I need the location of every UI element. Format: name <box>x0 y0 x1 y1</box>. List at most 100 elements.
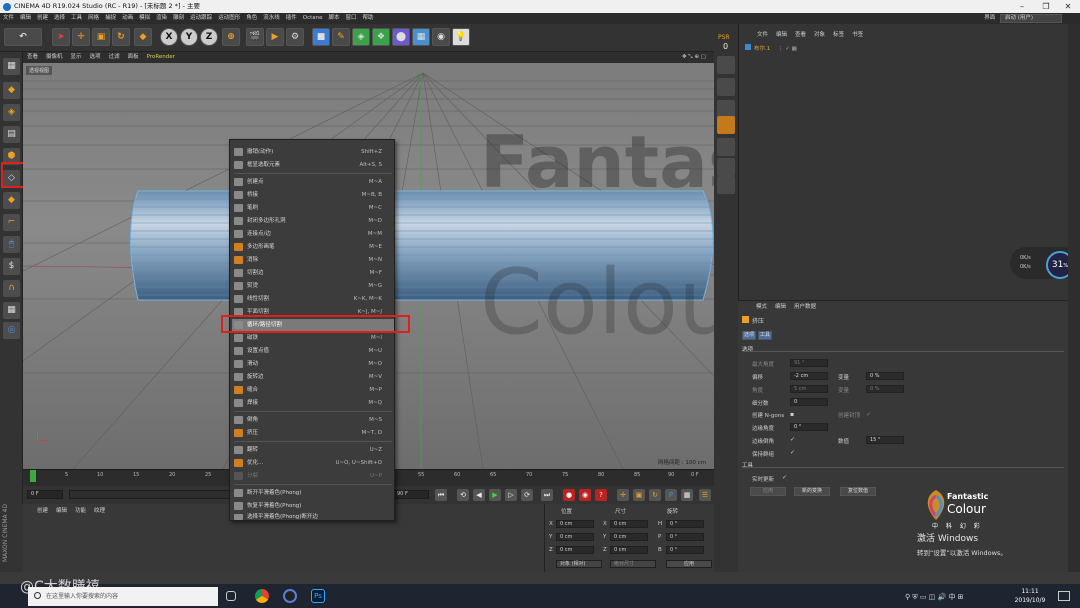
context-menu-item[interactable]: 优化... U~O, U~Shift+O <box>232 457 394 469</box>
live-select-icon[interactable]: ➤ <box>52 28 70 46</box>
context-menu-item[interactable]: 磁铁 M~I <box>232 332 394 344</box>
menu-item[interactable]: 窗口 <box>343 13 360 24</box>
tweak-mode-icon[interactable]: 🖱 <box>3 236 20 253</box>
offset-field[interactable]: -2 cm <box>790 372 828 380</box>
om-menu-item[interactable]: 标签 <box>829 30 848 41</box>
menu-item[interactable]: 渲染 <box>153 13 170 24</box>
notification-icon[interactable] <box>1058 591 1070 601</box>
object-row-boole[interactable]: 布尔.1 ⋮ ✓ ▦ <box>745 44 797 52</box>
taskbar-search-input[interactable]: 在这里输入你要搜索的内容 <box>28 587 218 606</box>
render-picture-viewer-icon[interactable]: ▶ <box>266 28 284 46</box>
snap-icon[interactable]: $ <box>3 258 20 275</box>
visibility-dots-icon[interactable]: ⋮ ✓ ▦ <box>778 46 797 52</box>
viewport-nav-icons[interactable]: ✥ ⤡ ⊕ ▢ <box>678 52 710 63</box>
object-cube-icon[interactable] <box>717 56 735 74</box>
menu-item[interactable]: 工具 <box>68 13 85 24</box>
menu-item[interactable]: 插件 <box>283 13 300 24</box>
value-field[interactable]: 15 ° <box>866 436 904 444</box>
pen-icon[interactable]: ✎ <box>332 28 350 46</box>
coordinate-mode-select[interactable]: 对象 (相对) <box>556 560 602 568</box>
context-menu-item[interactable]: 线性切割 K~K, M~K <box>232 293 394 305</box>
rot-h-field[interactable]: 0 ° <box>666 520 704 528</box>
start-frame-field[interactable]: 0 F <box>27 490 63 499</box>
make-editable-icon[interactable]: ▦ <box>3 58 20 75</box>
chrome-icon[interactable] <box>255 589 269 603</box>
rotate-icon[interactable]: ↻ <box>112 28 130 46</box>
menu-item[interactable]: 帮助 <box>360 13 377 24</box>
pos-x-field[interactable]: 0 cm <box>556 520 594 528</box>
workplane-icon[interactable]: ▤ <box>3 126 20 143</box>
menu-item[interactable]: 雕刻 <box>170 13 187 24</box>
render-view-icon[interactable]: 🎬 <box>246 28 264 46</box>
mat-menu-item[interactable]: 编辑 <box>52 506 71 514</box>
mat-menu-item[interactable]: 创建 <box>33 506 52 514</box>
material-icon[interactable] <box>717 138 735 156</box>
size-z-field[interactable]: 0 cm <box>610 546 648 554</box>
edge-bevel-checkbox[interactable]: ✓ <box>790 436 795 443</box>
realtime-checkbox[interactable]: ✓ <box>782 474 787 481</box>
layout-select[interactable]: 启动 (用户) <box>1000 14 1062 23</box>
menu-item[interactable]: 运动跟踪 <box>187 13 215 24</box>
light-icon[interactable]: 💡 <box>452 28 470 46</box>
key-rotation-icon[interactable]: ↻ <box>649 489 661 501</box>
key-position-icon[interactable]: ✛ <box>617 489 629 501</box>
prev-frame-icon[interactable]: ◀ <box>473 489 485 501</box>
viewport-menu-item[interactable]: 查看 <box>23 52 42 63</box>
context-menu-item[interactable]: 熨烫 M~G <box>232 280 394 292</box>
angle-field[interactable]: 5 cm <box>790 385 828 393</box>
coordinate-apply-button[interactable]: 应用 <box>666 560 712 568</box>
minimize-button[interactable]: – <box>1010 0 1034 13</box>
menu-item[interactable]: 捕捉 <box>102 13 119 24</box>
viewport-menu-item[interactable]: 面板 <box>124 52 143 63</box>
model-mode-icon[interactable]: ◆ <box>3 82 20 99</box>
timeline-playhead[interactable] <box>30 470 36 482</box>
om-menu-item[interactable]: 查看 <box>791 30 810 41</box>
context-menu-item[interactable]: 框显选取元素 Alt+S, S <box>232 159 394 171</box>
context-menu-item[interactable]: 笔刷 M~C <box>232 202 394 214</box>
goto-end-icon[interactable]: ⏭ <box>541 489 553 501</box>
context-menu-item[interactable]: 挤压 M~T, D <box>232 427 394 439</box>
keyframe-selection-icon[interactable]: ? <box>595 489 607 501</box>
menu-item[interactable]: 角色 <box>243 13 260 24</box>
size-mode-select[interactable]: 绝对尺寸 <box>610 560 656 568</box>
context-menu-item[interactable]: 连接点/边 M~M <box>232 228 394 240</box>
grid-icon[interactable]: ▦ <box>3 302 20 319</box>
viewport-menu-item[interactable]: 摄像机 <box>42 52 67 63</box>
om-menu-item[interactable]: 书签 <box>848 30 867 41</box>
taskbar-clock[interactable]: 11:11 2019/10/9 <box>1005 587 1055 605</box>
cube-icon[interactable]: ■ <box>312 28 330 46</box>
menu-item[interactable]: 动画 <box>119 13 136 24</box>
record-icon[interactable]: ● <box>563 489 575 501</box>
maximize-button[interactable]: ❐ <box>1034 0 1058 13</box>
move-icon[interactable]: ✛ <box>72 28 90 46</box>
menu-item[interactable]: 编辑 <box>17 13 34 24</box>
subdivision-field[interactable]: 0 <box>790 398 828 406</box>
context-menu-item[interactable]: 选择平滑着色(Phong)断开边 <box>232 513 394 521</box>
next-frame-icon[interactable]: ▷ <box>505 489 517 501</box>
menu-item[interactable]: 选择 <box>51 13 68 24</box>
variance2-field[interactable]: 0 % <box>866 385 904 393</box>
new-transform-button[interactable]: 新的变换 <box>794 487 830 496</box>
context-menu-item[interactable]: 旋转边 M~V <box>232 371 394 383</box>
key-scale-icon[interactable]: ▣ <box>633 489 645 501</box>
lock-workplane-icon[interactable]: ◎ <box>3 322 20 339</box>
context-menu-item[interactable]: 设置点值 M~U <box>232 345 394 357</box>
checker-icon[interactable] <box>717 176 735 194</box>
tab-options[interactable]: 选项 <box>742 331 756 340</box>
key-pla-icon[interactable]: ▦ <box>681 489 693 501</box>
create-caps-checkbox[interactable]: ✓ <box>866 411 871 418</box>
variance-field[interactable]: 0 % <box>866 372 904 380</box>
context-menu-item[interactable]: 断开平滑着色(Phong) <box>232 487 394 499</box>
photoshop-icon[interactable]: Ps <box>311 589 325 603</box>
max-angle-field[interactable]: 91 ° <box>790 359 828 367</box>
checker-icon[interactable] <box>717 158 735 176</box>
right-edge-tabs[interactable] <box>1068 24 1080 572</box>
menu-item[interactable]: 文件 <box>0 13 17 24</box>
context-menu-item[interactable]: 多边形画笔 M~E <box>232 241 394 253</box>
menu-item[interactable]: 运动图形 <box>215 13 243 24</box>
am-menu-item[interactable]: 模式 <box>752 301 771 313</box>
preserve-groups-checkbox[interactable]: ✓ <box>790 449 795 456</box>
floor-icon[interactable]: ▦ <box>412 28 430 46</box>
viewport-menu-item[interactable]: 选项 <box>86 52 105 63</box>
create-ngons-checkbox[interactable]: ▪ <box>790 411 794 418</box>
